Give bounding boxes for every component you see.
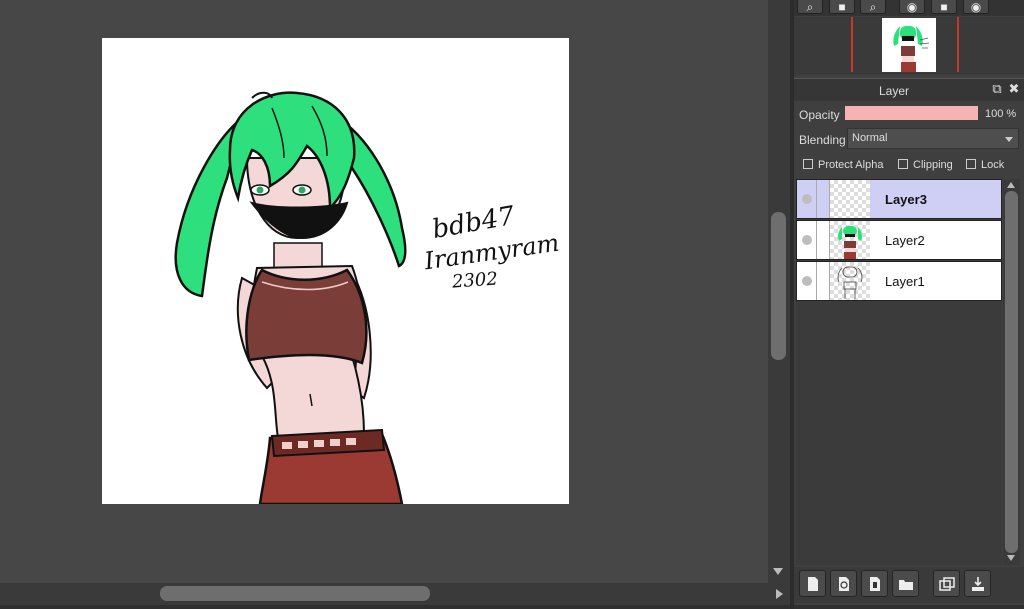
fit-icon[interactable]: ■ [829,0,855,14]
layer-row[interactable]: Layer3 [796,179,1002,219]
layer-panel-header: Layer ⧉ ✖ [794,78,1024,101]
close-panel-icon[interactable]: ✖ [1007,81,1021,97]
canvas-horizontal-scrollbar[interactable] [0,583,790,605]
layer-toolbar [794,567,1024,603]
right-panel: ⌕ ■ ⌕ ◉ ■ ◉ Layer ⧉ ✖ Opacity 100 % Blen… [794,0,1024,605]
blending-mode-select[interactable]: Normal [847,128,1019,149]
clipping-checkbox[interactable]: Clipping [898,159,953,173]
layer-list-scroll-thumb[interactable] [1005,191,1018,553]
layer-row[interactable]: Layer1 [796,261,1002,301]
navigator-viewport-left [851,17,853,72]
scroll-right-arrow-icon[interactable] [776,589,783,599]
signature-line-3: 2302 [451,268,499,293]
new-layer-copy-icon [839,577,849,591]
layer-thumbnail [830,221,870,259]
layer-thumbnail [830,262,870,300]
visibility-icon[interactable] [802,235,812,245]
opacity-slider[interactable] [845,106,978,120]
lock-label: Lock [981,159,1005,171]
protect-alpha-checkbox[interactable]: Protect Alpha [803,159,883,173]
drawing-canvas[interactable]: bdb47 Iranmyram 2302 [102,38,569,504]
protect-alpha-label: Protect Alpha [818,159,884,171]
visibility-icon[interactable] [802,194,812,204]
navigator-preview[interactable] [794,17,1024,75]
layer-name: Layer3 [885,192,927,207]
chevron-down-icon [1005,137,1013,142]
canvas-area[interactable]: bdb47 Iranmyram 2302 [0,0,768,583]
duplicate-layer-icon [939,577,955,591]
open-folder-icon [899,580,913,590]
new-layer-icon [808,577,818,591]
layer-name: Layer2 [885,233,925,248]
canvas-vertical-scroll-thumb[interactable] [771,212,786,360]
row-divider [816,180,817,218]
scroll-down-arrow-icon[interactable] [773,568,783,575]
layer-list: Layer3 Layer2 Layer1 [796,179,1002,565]
rotate-right-icon[interactable]: ◉ [963,0,989,14]
navigator-toolbar: ⌕ ■ ⌕ ◉ ■ ◉ [794,0,1024,16]
checkbox-icon [803,159,813,169]
navigator-viewport-right [957,17,959,72]
scroll-up-arrow-icon[interactable] [1007,182,1015,188]
new-blank-button[interactable] [861,570,888,597]
canvas-horizontal-scroll-thumb[interactable] [160,586,430,601]
layer-row[interactable]: Layer2 [796,220,1002,260]
row-divider [816,221,817,259]
merge-down-button[interactable] [964,570,991,597]
reset-icon[interactable]: ■ [931,0,957,14]
opacity-label: Opacity [799,108,840,122]
duplicate-layer-button[interactable] [933,570,960,597]
status-strip [0,605,1024,609]
new-layer-button[interactable] [799,570,826,597]
navigator-thumbnail [882,18,936,72]
blending-mode-value: Normal [852,132,888,144]
zoom-out-icon[interactable]: ⌕ [860,0,886,14]
canvas-vertical-scrollbar[interactable] [768,0,790,583]
layer-panel-title: Layer [878,84,910,98]
layer-list-scrollbar[interactable] [1003,179,1020,565]
opacity-value: 100 % [985,108,1017,120]
zoom-in-icon[interactable]: ⌕ [797,0,823,14]
blending-label: Blending [799,133,846,147]
rotate-left-icon[interactable]: ◉ [899,0,925,14]
open-folder-button[interactable] [892,570,919,597]
float-panel-icon[interactable]: ⧉ [990,81,1004,97]
checkbox-icon [966,159,976,169]
visibility-icon[interactable] [802,276,812,286]
new-blank-icon [870,577,880,591]
row-divider [816,262,817,300]
scroll-down-arrow-icon[interactable] [1007,555,1015,561]
new-layer-copy-button[interactable] [830,570,857,597]
drawing-artwork [174,91,407,504]
clipping-label: Clipping [913,159,953,171]
merge-down-icon [972,577,984,591]
checkbox-icon [898,159,908,169]
lock-checkbox[interactable]: Lock [966,159,1004,173]
layer-thumbnail [830,180,870,218]
layer-name: Layer1 [885,274,925,289]
